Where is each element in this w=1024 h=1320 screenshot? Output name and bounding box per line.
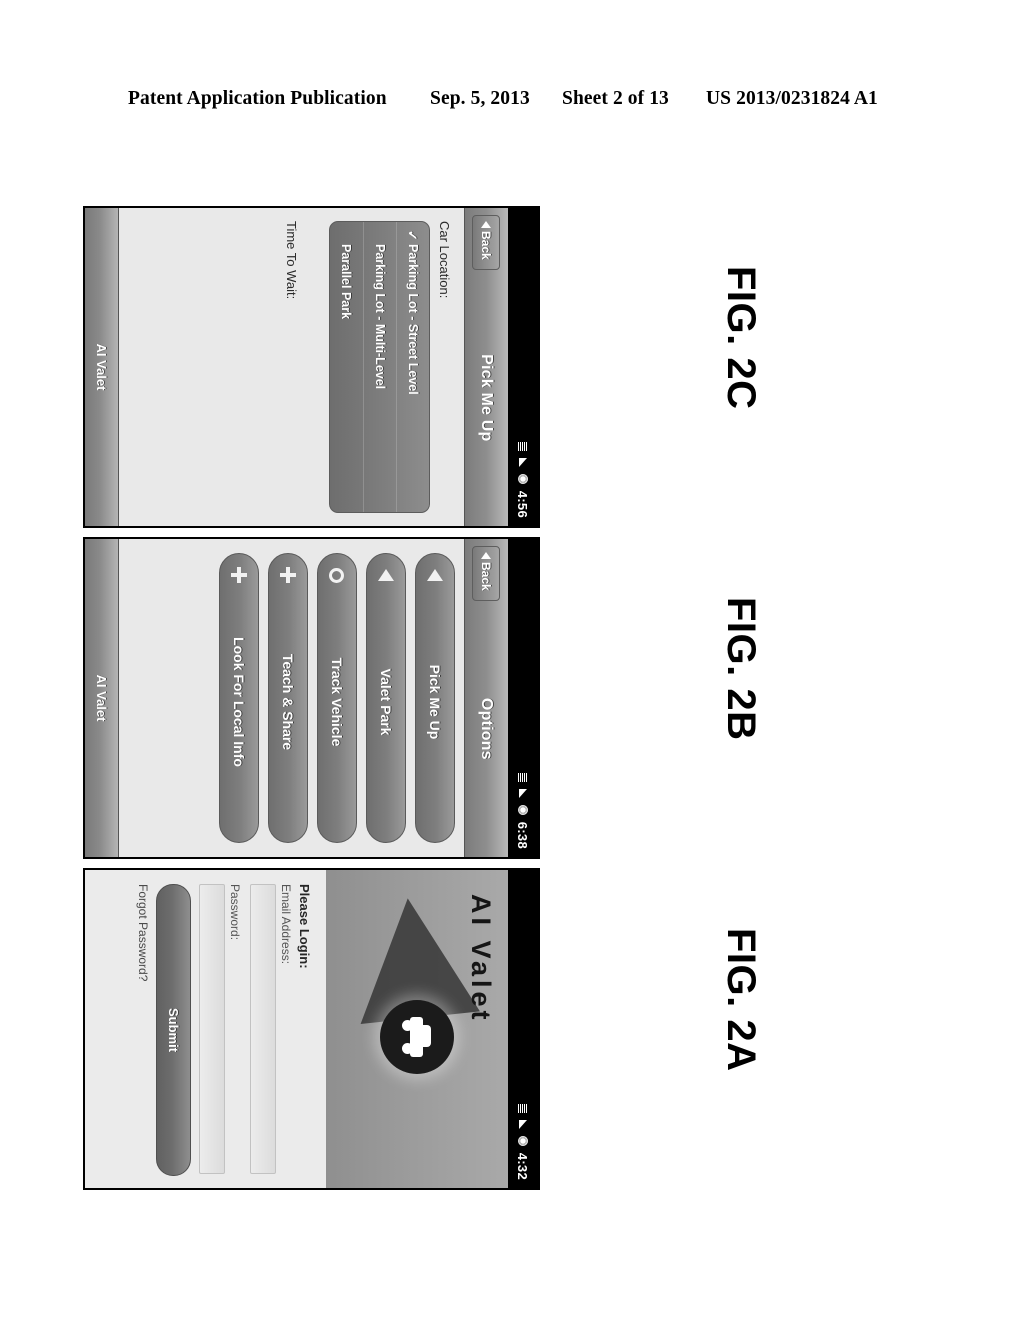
network-icon bbox=[518, 441, 528, 451]
option-teach-and-share[interactable]: Teach & Share bbox=[268, 553, 308, 843]
plus-icon bbox=[277, 564, 299, 586]
car-in-circle-icon bbox=[380, 1000, 454, 1074]
car-icon bbox=[400, 1014, 434, 1060]
network-icon bbox=[518, 1103, 528, 1113]
chevron-left-icon bbox=[481, 221, 492, 228]
triangle-left-icon bbox=[375, 564, 397, 586]
option-label: Pick Me Up bbox=[427, 664, 443, 740]
check-icon: ✓ bbox=[405, 230, 421, 241]
email-field-label: Email Address: bbox=[279, 884, 293, 965]
dropdown-option-label: Parallel Park bbox=[339, 244, 354, 320]
login-heading: Please Login: bbox=[297, 884, 312, 969]
footer-toolbar: AI Valet bbox=[85, 208, 119, 526]
footer-app-name: AI Valet bbox=[94, 343, 109, 391]
status-bar: 6:38 bbox=[508, 539, 538, 857]
app-hero-banner: AI Valet bbox=[326, 870, 508, 1188]
patent-header: Patent Application Publication Sep. 5, 2… bbox=[0, 88, 1024, 118]
login-screen-body: AI Valet Please Login: Email Address: Pa… bbox=[85, 870, 508, 1188]
password-field[interactable] bbox=[199, 884, 225, 1174]
back-button[interactable]: Back bbox=[472, 215, 501, 270]
dropdown-option[interactable]: Parallel Park bbox=[330, 222, 363, 512]
back-button-label: Back bbox=[479, 231, 494, 260]
patent-number: US 2013/0231824 A1 bbox=[706, 88, 878, 109]
battery-icon bbox=[518, 1135, 528, 1146]
circle-outline-icon bbox=[326, 564, 348, 586]
signal-icon bbox=[519, 788, 527, 798]
sheet-number: Sheet 2 of 13 bbox=[562, 88, 669, 109]
option-label: Valet Park bbox=[378, 668, 394, 736]
battery-icon bbox=[518, 804, 528, 815]
option-label: Track Vehicle bbox=[329, 657, 345, 747]
back-button[interactable]: Back bbox=[472, 546, 501, 601]
car-location-dropdown[interactable]: ✓ Parking Lot - Street Level Parking Lot… bbox=[329, 221, 430, 513]
phone-screen-2a: 4:32 AI Valet Please Login: Email Addres… bbox=[83, 868, 540, 1190]
network-icon bbox=[518, 772, 528, 782]
option-label: Look For Local Info bbox=[231, 637, 247, 767]
status-bar: 4:32 bbox=[508, 870, 538, 1188]
layout-spacer bbox=[299, 221, 329, 513]
status-bar-time: 4:56 bbox=[515, 490, 531, 518]
page-title: Pick Me Up bbox=[478, 354, 496, 442]
time-to-wait-label: Time To Wait: bbox=[284, 221, 299, 300]
option-track-vehicle[interactable]: Track Vehicle bbox=[317, 553, 357, 843]
phone-screen-2b: 6:38 Back Options Pick Me Up Valet Park … bbox=[83, 537, 540, 859]
phone-screen-2c: 4:56 Back Pick Me Up Car Location: ✓ Par… bbox=[83, 206, 540, 528]
dropdown-option[interactable]: ✓ Parking Lot - Street Level bbox=[396, 222, 429, 512]
status-bar-time: 4:32 bbox=[515, 1152, 531, 1180]
options-list: Pick Me Up Valet Park Track Vehicle Teac… bbox=[210, 539, 464, 857]
triangle-left-icon bbox=[424, 564, 446, 586]
content-area: Car Location: ✓ Parking Lot - Street Lev… bbox=[119, 208, 464, 526]
dropdown-option[interactable]: Parking Lot - Multi-Level bbox=[363, 222, 396, 512]
password-field-label: Password: bbox=[228, 884, 242, 941]
plus-icon bbox=[228, 564, 250, 586]
dropdown-option-label: Parking Lot - Multi-Level bbox=[373, 244, 387, 390]
email-field[interactable] bbox=[250, 884, 276, 1174]
page-title: Options bbox=[478, 697, 496, 760]
chevron-left-icon bbox=[481, 552, 492, 559]
back-button-label: Back bbox=[479, 562, 494, 591]
status-bar: 4:56 bbox=[508, 208, 538, 526]
option-label: Teach & Share bbox=[280, 653, 296, 751]
footer-toolbar: AI Valet bbox=[85, 539, 119, 857]
signal-icon bbox=[519, 1119, 527, 1129]
nav-bar: Back Options bbox=[464, 539, 508, 857]
option-look-for-local-info[interactable]: Look For Local Info bbox=[219, 553, 259, 843]
figure-caption-2c: FIG. 2C bbox=[719, 266, 763, 410]
footer-app-name: AI Valet bbox=[94, 674, 109, 722]
figure-caption-2b: FIG. 2B bbox=[719, 597, 763, 741]
battery-icon bbox=[518, 473, 528, 484]
submit-button-label: Submit bbox=[166, 1007, 181, 1053]
content-area: Pick Me Up Valet Park Track Vehicle Teac… bbox=[119, 539, 464, 857]
forgot-password-link[interactable]: Forgot Password? bbox=[136, 884, 150, 1174]
app-title: AI Valet bbox=[466, 894, 496, 1024]
signal-icon bbox=[519, 457, 527, 467]
option-valet-park[interactable]: Valet Park bbox=[366, 553, 406, 843]
nav-bar: Back Pick Me Up bbox=[464, 208, 508, 526]
option-pick-me-up[interactable]: Pick Me Up bbox=[415, 553, 455, 843]
status-bar-time: 6:38 bbox=[515, 821, 531, 849]
figure-caption-2a: FIG. 2A bbox=[719, 928, 763, 1072]
login-form: Please Login: Email Address: Password: S… bbox=[85, 870, 326, 1188]
publication-date: Sep. 5, 2013 bbox=[430, 88, 530, 109]
car-location-label: Car Location: bbox=[437, 221, 452, 299]
dropdown-option-label: Parking Lot - Street Level bbox=[406, 244, 420, 395]
publication-label: Patent Application Publication bbox=[128, 88, 387, 109]
submit-button[interactable]: Submit bbox=[156, 884, 191, 1176]
